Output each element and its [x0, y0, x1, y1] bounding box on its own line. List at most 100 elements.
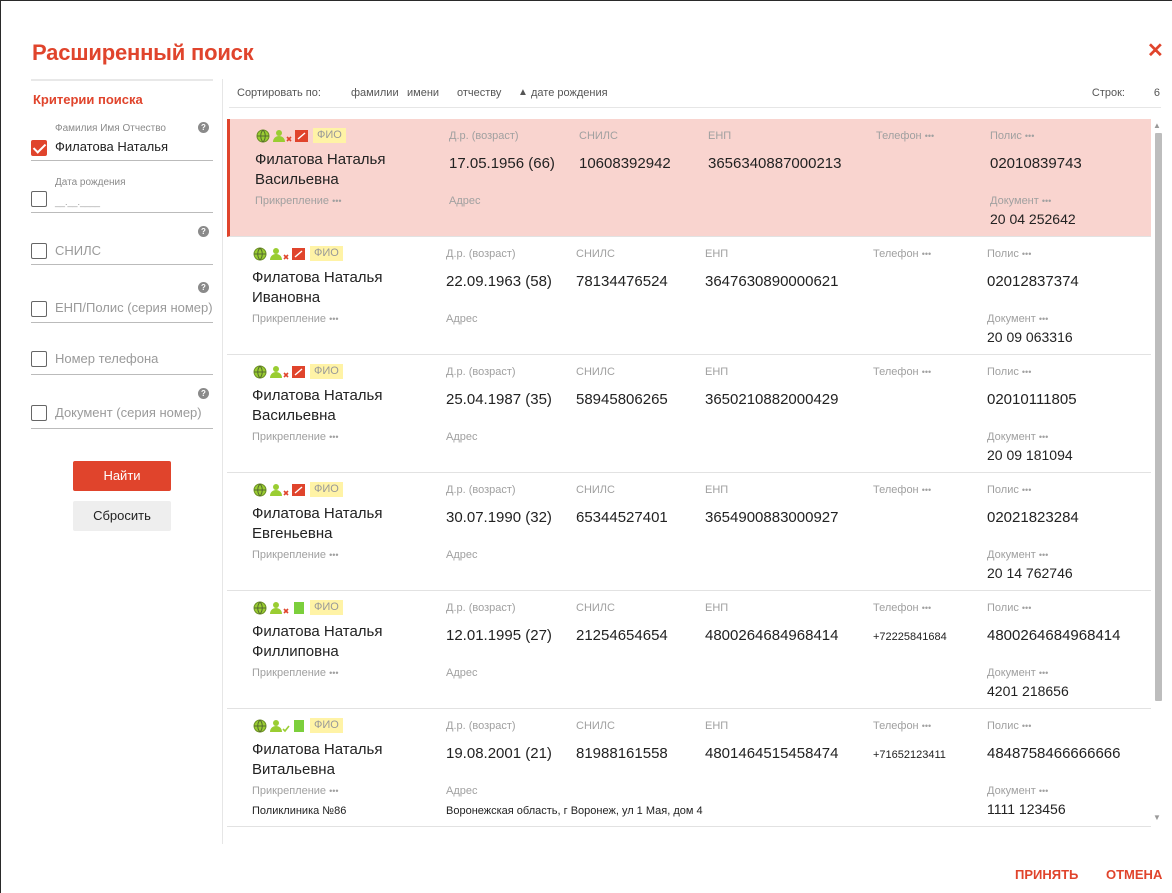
phone-value: +72225841684 [873, 631, 947, 643]
help-icon[interactable]: ? [198, 282, 209, 293]
patient-name: Филатова Наталья Ивановна [252, 269, 383, 306]
patient-name: Филатова Наталья Васильевна [255, 151, 386, 188]
fio-badge: ФИО [310, 718, 343, 733]
row-icons: ФИО [253, 364, 343, 379]
policy-label: Полис ••• [987, 602, 1032, 614]
phone-checkbox[interactable] [31, 351, 47, 367]
snils-value: 81988161558 [576, 745, 668, 762]
snils-label: СНИЛС [579, 130, 618, 142]
fio-field[interactable]: Фамилия Имя Отчество ? Филатова Наталья [31, 121, 213, 161]
address-label: Адрес [449, 195, 481, 207]
attach-label: Прикрепление ••• [252, 667, 339, 679]
result-row[interactable]: ФИО Филатова Наталья Ивановна Д.р. (возр… [227, 237, 1151, 355]
find-button[interactable]: Найти [73, 461, 171, 491]
fio-badge: ФИО [313, 128, 346, 143]
criteria-title: Критерии поиска [31, 79, 213, 109]
person-x-icon [270, 248, 289, 260]
dob-value: 22.09.1963 (58) [446, 273, 552, 290]
snils-value: 78134476524 [576, 273, 668, 290]
row-icons: ФИО [256, 128, 346, 143]
snils-field[interactable]: ? СНИЛС [31, 225, 213, 265]
dob-input[interactable]: __.__.____ [55, 197, 100, 207]
fio-badge: ФИО [310, 364, 343, 379]
snils-checkbox[interactable] [31, 243, 47, 259]
document-input[interactable]: Документ (серия номер) [55, 405, 202, 420]
result-row[interactable]: ФИО Филатова Наталья Евгеньевна Д.р. (во… [227, 473, 1151, 591]
policy-value: 02021823284 [987, 509, 1079, 526]
rows-count: 6 [1153, 87, 1160, 99]
result-row[interactable]: ФИО Филатова Наталья Васильевна Д.р. (во… [227, 119, 1151, 237]
policy-label: Полис ••• [990, 130, 1035, 142]
snils-value: 21254654654 [576, 627, 668, 644]
scroll-down-icon[interactable]: ▼ [1153, 813, 1161, 822]
row-icons: ФИО [253, 718, 343, 733]
phone-label: Телефон ••• [873, 602, 932, 614]
phone-label: Телефон ••• [873, 248, 932, 260]
phone-value: +71652123411 [873, 749, 946, 761]
document-field[interactable]: ? Документ (серия номер) [31, 387, 213, 429]
enp-label: ЕНП [705, 248, 729, 260]
patient-name: Филатова Наталья Евгеньевна [252, 505, 383, 542]
fio-badge: ФИО [310, 246, 343, 261]
document-label: Документ ••• [987, 549, 1049, 561]
scroll-up-icon[interactable]: ▲ [1153, 121, 1161, 130]
document-value: 4201 218656 [987, 683, 1069, 699]
fio-checkbox[interactable] [31, 140, 47, 156]
phone-input[interactable]: Номер телефона [55, 351, 158, 366]
red-card-icon [295, 130, 308, 142]
help-icon[interactable]: ? [198, 122, 209, 133]
address-label: Адрес [446, 667, 478, 679]
document-checkbox[interactable] [31, 405, 47, 421]
red-card-icon [292, 484, 305, 496]
patient-name: Филатова Наталья Витальевна [252, 741, 383, 778]
document-value: 20 09 181094 [987, 447, 1073, 463]
globe-icon [253, 247, 267, 261]
snils-label: СНИЛС [576, 602, 615, 614]
dob-checkbox[interactable] [31, 191, 47, 207]
phone-label: Телефон ••• [876, 130, 935, 142]
reset-button[interactable]: Сбросить [73, 501, 171, 531]
phone-field[interactable]: Номер телефона [31, 341, 213, 375]
fio-value[interactable]: Филатова Наталья [55, 139, 168, 154]
document-label: Документ ••• [987, 785, 1049, 797]
enp-checkbox[interactable] [31, 301, 47, 317]
document-label: Документ ••• [990, 195, 1052, 207]
accept-button[interactable]: ПРИНЯТЬ [1015, 867, 1078, 882]
row-icons: ФИО [253, 482, 343, 497]
dob-label: Д.р. (возраст) [446, 720, 516, 732]
scrollbar[interactable]: ▲ ▼ [1153, 119, 1163, 829]
document-label: Документ ••• [987, 431, 1049, 443]
sort-by-patronymic[interactable]: отчеству [457, 87, 501, 99]
snils-value: 65344527401 [576, 509, 668, 526]
policy-value: 4848758466666666 [987, 745, 1121, 762]
person-x-icon [270, 602, 289, 614]
help-icon[interactable]: ? [198, 388, 209, 399]
enp-field[interactable]: ? ЕНП/Полис (серия номер) [31, 281, 213, 323]
cancel-button[interactable]: ОТМЕНА [1106, 867, 1162, 882]
globe-icon [253, 365, 267, 379]
result-row[interactable]: ФИО Филатова Наталья Филлиповна Д.р. (во… [227, 591, 1151, 709]
dob-label: Д.р. (возраст) [446, 366, 516, 378]
fio-label: Фамилия Имя Отчество [55, 123, 166, 134]
address-label: Адрес [446, 549, 478, 561]
red-card-icon [292, 248, 305, 260]
enp-value: 3656340887000213 [708, 155, 842, 172]
result-row[interactable]: ФИО Филатова Наталья Витальевна Д.р. (во… [227, 709, 1151, 827]
sort-by-birthdate[interactable]: дате рождения [531, 87, 608, 99]
attach-label: Прикрепление ••• [252, 431, 339, 443]
phone-label: Телефон ••• [873, 366, 932, 378]
help-icon[interactable]: ? [198, 226, 209, 237]
scroll-thumb[interactable] [1155, 133, 1162, 701]
attach-label: Прикрепление ••• [255, 195, 342, 207]
address-label: Адрес [446, 785, 478, 797]
enp-input[interactable]: ЕНП/Полис (серия номер) [55, 300, 213, 315]
sort-asc-icon: ▲ [518, 87, 528, 98]
snils-input[interactable]: СНИЛС [55, 243, 101, 258]
close-icon[interactable]: ✕ [1147, 41, 1164, 61]
dob-field[interactable]: Дата рождения __.__.____ [31, 175, 213, 213]
sort-by-firstname[interactable]: имени [407, 87, 439, 99]
sort-by-lastname[interactable]: фамилии [351, 87, 399, 99]
enp-label: ЕНП [705, 484, 729, 496]
result-row[interactable]: ФИО Филатова Наталья Васильевна Д.р. (во… [227, 355, 1151, 473]
address-label: Адрес [446, 431, 478, 443]
